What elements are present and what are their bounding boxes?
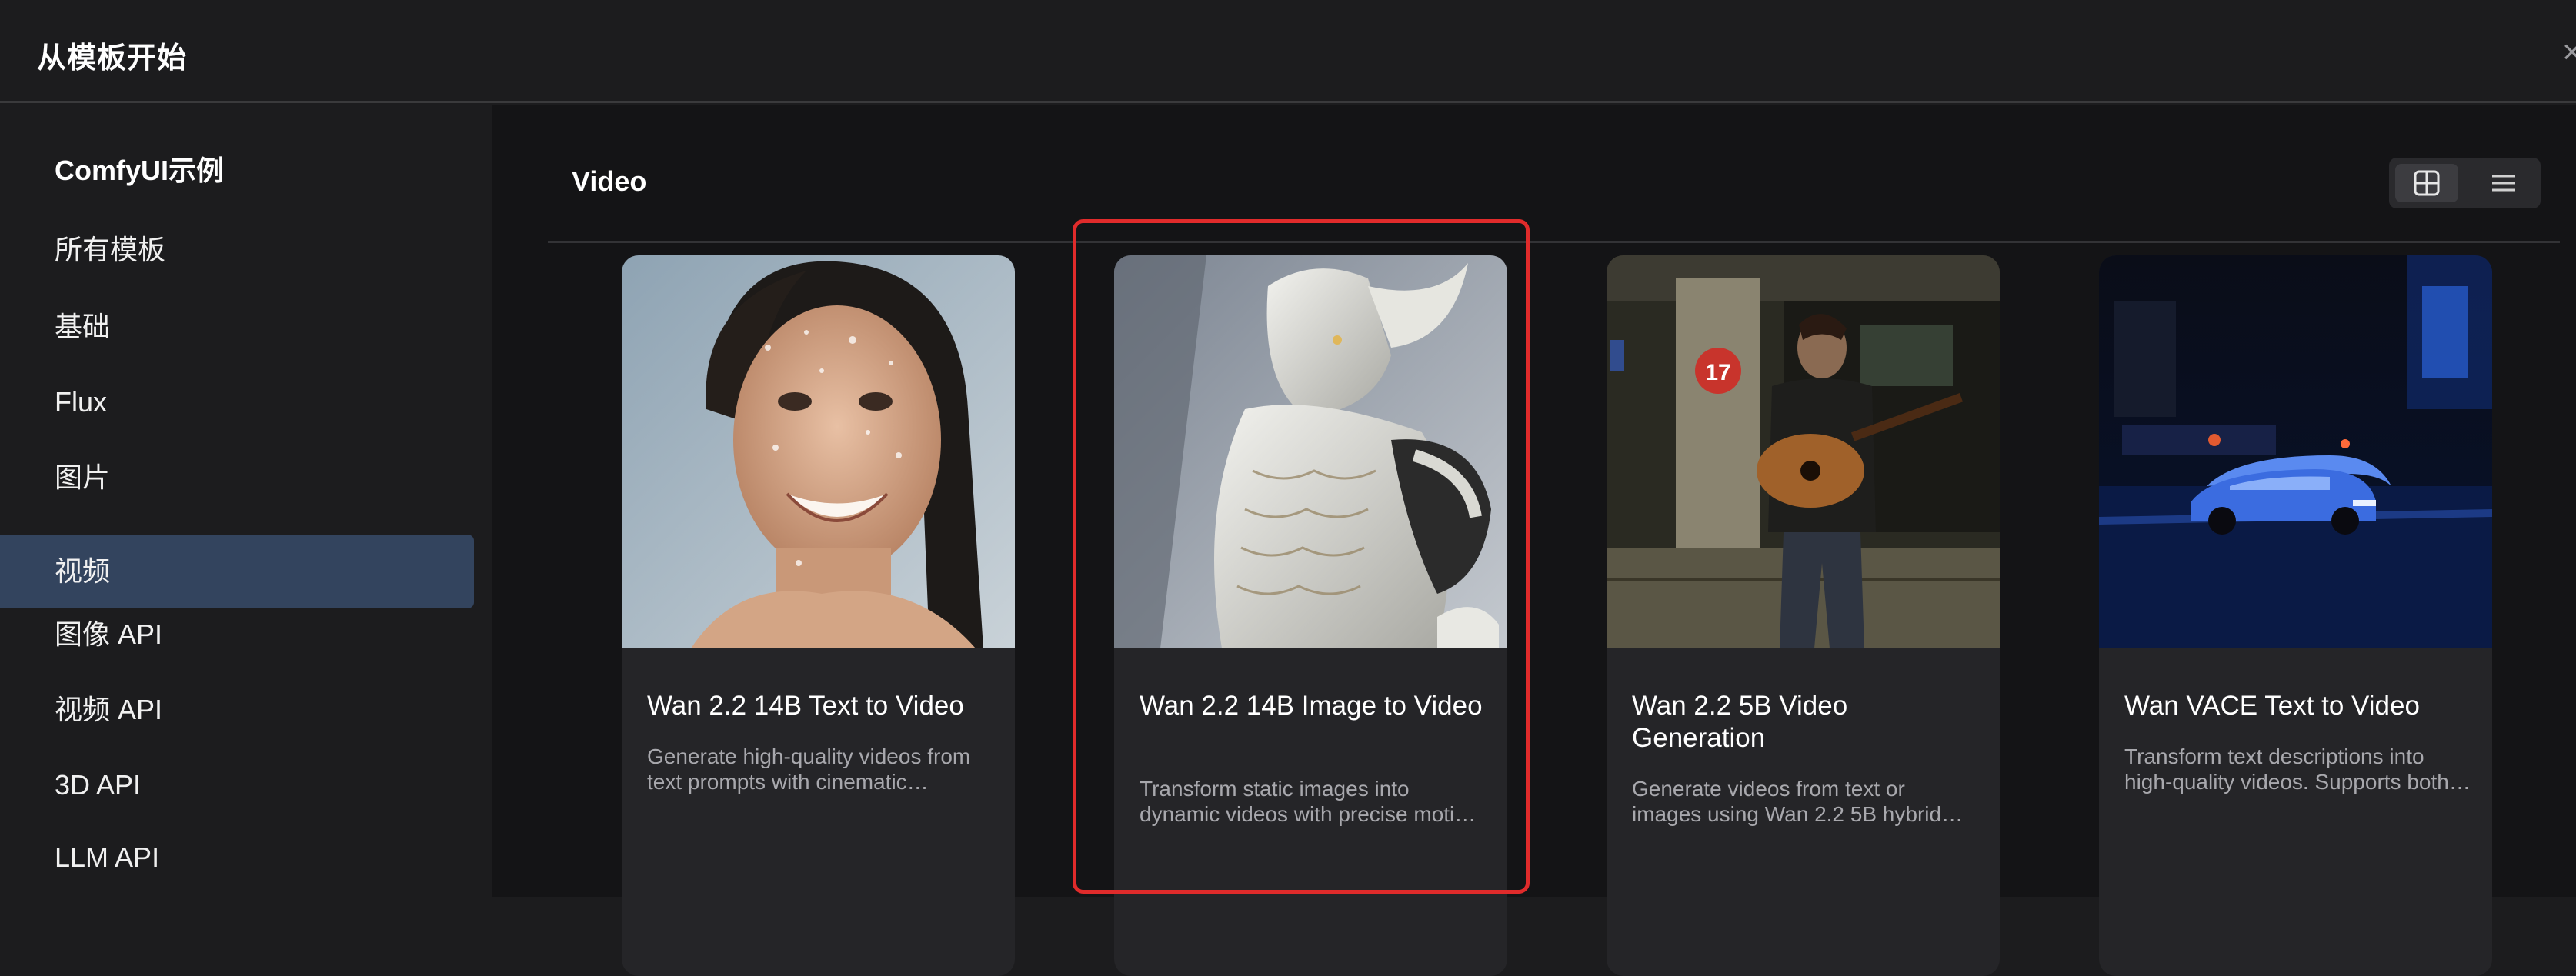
sidebar-item-image-api[interactable]: 图像 API: [0, 598, 474, 671]
sidebar-item-label: 视频: [55, 555, 111, 587]
sidebar-item-video-api[interactable]: 视频 API: [0, 673, 474, 747]
section-title: Video: [572, 165, 647, 197]
template-card-wan22-14b-i2v[interactable]: Wan 2.2 14B Image to Video Transform sta…: [1114, 255, 1507, 976]
list-view-button[interactable]: [2472, 164, 2535, 202]
template-card-wan-vace-t2v[interactable]: Wan VACE Text to Video Transform text de…: [2099, 255, 2492, 976]
sidebar-item-label: Flux: [55, 386, 108, 418]
sidebar-item-3d-api[interactable]: 3D API: [0, 748, 474, 822]
sidebar-item-label: 基础: [55, 311, 111, 342]
sidebar-item-llm-api[interactable]: LLM API: [0, 821, 474, 894]
grid-view-button[interactable]: [2395, 164, 2458, 202]
card-description: Generate videos from text or images usin…: [1632, 777, 1942, 826]
close-icon[interactable]: ×: [2562, 29, 2576, 75]
sidebar-item-flux[interactable]: Flux: [0, 365, 474, 439]
main-content: Video Wan 2.2 14B Text to Video Generate…: [492, 105, 2576, 976]
card-description: Transform text descriptions into high-qu…: [2124, 744, 2449, 794]
sidebar-brand: ComfyUI示例: [55, 155, 225, 186]
dialog-header: 从模板开始 ×: [0, 0, 2576, 103]
dialog-title: 从模板开始: [37, 42, 188, 75]
template-card-wan22-5b-video[interactable]: 17 Wan 2.2 5B Video Generation Generate …: [1607, 255, 2000, 976]
thumbnail-armored-dragon: [1114, 255, 1507, 648]
template-card-wan22-14b-t2v[interactable]: Wan 2.2 14B Text to Video Generate high-…: [622, 255, 1015, 976]
sidebar-item-basics[interactable]: 基础: [0, 290, 474, 364]
section-divider: [548, 241, 2560, 243]
sidebar-item-label: 图片: [55, 461, 111, 493]
sidebar-item-label: 视频 API: [55, 694, 163, 725]
card-title: Wan 2.2 5B Video Generation: [1632, 691, 1848, 753]
view-toggle: [2389, 158, 2541, 208]
sidebar-item-all-templates[interactable]: 所有模板: [0, 213, 474, 287]
list-view-icon: [2492, 175, 2515, 192]
sidebar-item-label: 所有模板: [55, 234, 166, 265]
sidebar-item-label: LLM API: [55, 841, 160, 873]
card-title: Wan 2.2 14B Image to Video: [1140, 691, 1483, 721]
card-description: Transform static images into dynamic vid…: [1140, 777, 1479, 826]
svg-text:17: 17: [1705, 360, 1730, 385]
thumbnail-guitarist-subway: 17: [1607, 255, 2000, 648]
card-title: Wan VACE Text to Video: [2124, 691, 2420, 721]
sidebar-item-label: 3D API: [55, 769, 142, 801]
sidebar-item-images[interactable]: 图片: [0, 441, 474, 515]
grid-view-icon: [2414, 170, 2440, 196]
sidebar: ComfyUI示例 所有模板 基础 Flux 图片 视频 图像 API 视频 A…: [0, 105, 492, 897]
sidebar-item-label: 图像 API: [55, 618, 163, 650]
card-title: Wan 2.2 14B Text to Video: [647, 691, 964, 721]
card-description: Generate high-quality videos from text p…: [647, 744, 971, 794]
thumbnail-smiling-woman: [622, 255, 1015, 648]
thumbnail-blue-car-night: [2099, 255, 2492, 648]
